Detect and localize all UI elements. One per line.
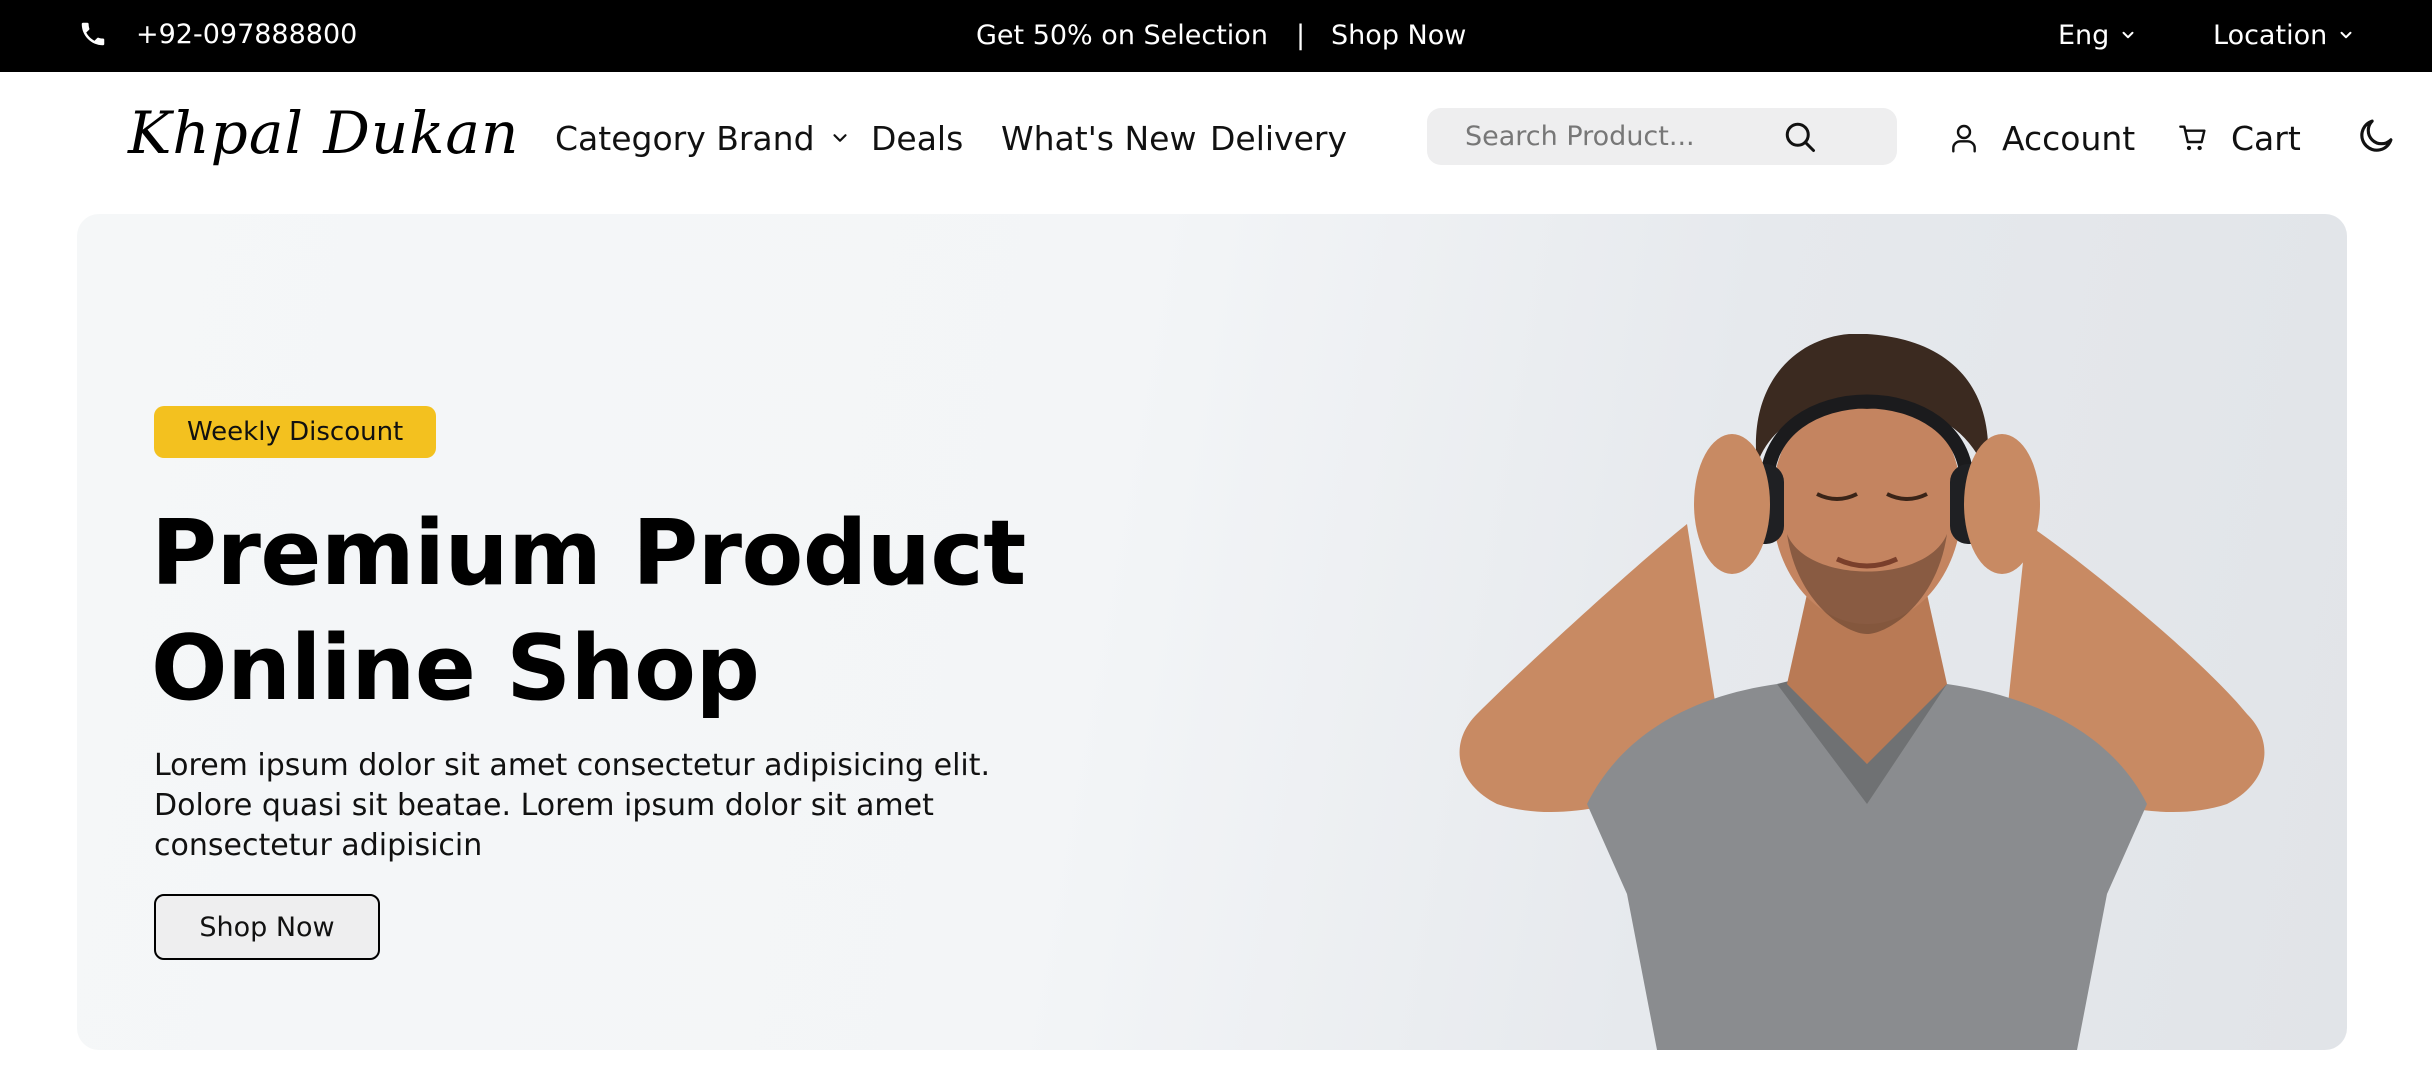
search-input[interactable] xyxy=(1465,108,1805,165)
nav-delivery[interactable]: Delivery xyxy=(1210,110,1347,166)
user-icon xyxy=(1952,124,1976,153)
chevron-down-icon xyxy=(2122,31,2134,39)
phone-number: +92-097888800 xyxy=(136,18,358,50)
language-label: Eng xyxy=(2058,19,2110,51)
promo-shop-now-link[interactable]: Shop Now xyxy=(1331,20,1466,51)
location-label: Location xyxy=(2213,19,2328,51)
phone-contact[interactable]: +92-097888800 xyxy=(78,0,357,68)
promo-text: Get 50% on Selection xyxy=(976,19,1268,51)
top-bar: +92-097888800 Get 50% on Selection | Sho… xyxy=(0,0,2432,72)
account-link[interactable]: Account xyxy=(1948,110,2135,166)
phone-icon xyxy=(81,22,105,46)
shop-now-button[interactable]: Shop Now xyxy=(154,894,380,960)
cart-icon xyxy=(2179,125,2206,151)
chevron-down-icon xyxy=(832,134,847,142)
search-icon[interactable] xyxy=(1782,119,1818,155)
nav-category-brand-label: Category Brand xyxy=(555,118,815,158)
hero-banner: Weekly Discount Premium Product Online S… xyxy=(77,214,2347,1050)
nav-category-brand[interactable]: Category Brand xyxy=(555,110,851,166)
cart-link[interactable]: Cart xyxy=(2177,110,2301,166)
nav-deals[interactable]: Deals xyxy=(871,110,963,166)
site-logo[interactable]: Khpal Dukan xyxy=(128,104,519,162)
promo-banner: Get 50% on Selection | Shop Now xyxy=(976,0,1466,70)
hero-description: Lorem ipsum dolor sit amet consectetur a… xyxy=(154,748,991,863)
cart-label: Cart xyxy=(2231,118,2301,158)
moon-icon[interactable] xyxy=(2355,115,2397,157)
hero-title: Premium Product Online Shop xyxy=(151,501,1026,721)
language-dropdown[interactable]: Eng xyxy=(2058,0,2137,70)
chevron-down-icon xyxy=(2340,31,2352,39)
search-bar xyxy=(1427,108,1897,165)
location-dropdown[interactable]: Location xyxy=(2213,0,2355,70)
nav-whats-new[interactable]: What's New xyxy=(1001,110,1196,166)
account-label: Account xyxy=(2002,118,2136,158)
weekly-discount-badge: Weekly Discount xyxy=(154,406,437,458)
hero-image xyxy=(1459,334,2265,1050)
promo-separator: | xyxy=(1295,19,1306,51)
